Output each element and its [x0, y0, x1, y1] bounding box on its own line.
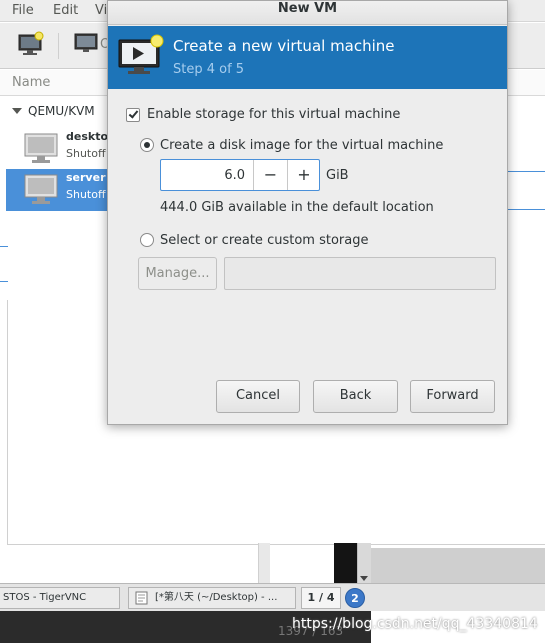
workspace-pager[interactable]: 1 / 4 [301, 587, 341, 609]
taskbar-item-label: [*第八天 (~/Desktop) - ... [155, 592, 278, 603]
custom-storage-radio[interactable] [140, 233, 154, 247]
disk-image-label[interactable]: Create a disk image for the virtual mach… [160, 138, 443, 153]
forward-button[interactable]: Forward [410, 380, 495, 413]
selection-highlight-edge [508, 171, 545, 172]
enable-storage-checkbox[interactable] [126, 108, 140, 122]
monitor-star-icon [117, 34, 165, 82]
open-console-icon[interactable] [74, 31, 100, 59]
checkmark-icon [128, 108, 139, 119]
vnc-area [334, 543, 358, 583]
selection-highlight-edge [0, 246, 8, 247]
vm-list-item-selected[interactable]: server Shutoff [6, 169, 108, 211]
new-vm-dialog: New VM Create a new virtual machine Step… [107, 0, 508, 425]
scrollbar[interactable] [357, 543, 371, 583]
notification-badge[interactable]: 2 [345, 588, 365, 608]
desktop-background [371, 548, 545, 583]
vm-status: Shutoff [66, 188, 106, 201]
expander-arrow-icon[interactable] [12, 108, 22, 114]
vm-monitor-icon [24, 132, 58, 168]
banner-step: Step 4 of 5 [173, 62, 245, 77]
menu-view[interactable]: Vi [95, 3, 107, 18]
wizard-banner: Create a new virtual machine Step 4 of 5 [108, 26, 507, 89]
menu-file[interactable]: File [12, 3, 34, 18]
window-border [7, 300, 8, 545]
enable-storage-label[interactable]: Enable storage for this virtual machine [147, 107, 400, 122]
connection-group-row[interactable]: QEMU/KVM [0, 100, 120, 124]
column-name-label: Name [12, 75, 51, 90]
new-vm-icon[interactable] [18, 31, 46, 61]
text-editor-icon [135, 591, 149, 605]
disk-size-stepper[interactable]: − + [160, 159, 320, 191]
radio-dot-icon [144, 142, 150, 148]
disk-size-input[interactable] [161, 160, 253, 190]
window-border [7, 544, 545, 545]
increment-button[interactable]: + [287, 160, 320, 190]
storage-path-field[interactable] [224, 257, 496, 290]
watermark-text: https://blog.csdn.net/qq_43340814 [292, 616, 538, 632]
taskbar-item-vnc[interactable]: STOS - TigerVNC [0, 587, 120, 609]
vm-name: server [66, 171, 106, 184]
vm-status: Shutoff [66, 147, 106, 160]
disk-image-radio[interactable] [140, 138, 154, 152]
dialog-titlebar[interactable]: New VM [108, 1, 507, 25]
manage-button[interactable]: Manage... [138, 257, 217, 290]
cancel-button[interactable]: Cancel [216, 380, 300, 413]
taskbar-item-editor[interactable]: [*第八天 (~/Desktop) - ... [128, 587, 296, 609]
selection-highlight-edge [0, 281, 8, 282]
scroll-down-icon[interactable] [360, 576, 368, 581]
selection-highlight-edge [508, 209, 545, 210]
dialog-title: New VM [277, 1, 338, 16]
disk-size-unit: GiB [326, 168, 349, 183]
back-button[interactable]: Back [313, 380, 398, 413]
pane-divider[interactable] [258, 543, 270, 583]
vm-monitor-icon [24, 173, 58, 209]
toolbar-separator [58, 33, 59, 59]
banner-title: Create a new virtual machine [173, 37, 395, 55]
taskbar: STOS - TigerVNC [*第八天 (~/Desktop) - ... … [0, 583, 545, 611]
available-space-text: 444.0 GiB available in the default locat… [160, 200, 434, 215]
connection-label: QEMU/KVM [28, 104, 95, 118]
decrement-button[interactable]: − [253, 160, 287, 190]
vm-name: deskto [66, 130, 109, 143]
custom-storage-label[interactable]: Select or create custom storage [160, 233, 368, 248]
vm-list-item[interactable]: deskto Shutoff [6, 128, 108, 170]
menu-edit[interactable]: Edit [53, 3, 78, 18]
